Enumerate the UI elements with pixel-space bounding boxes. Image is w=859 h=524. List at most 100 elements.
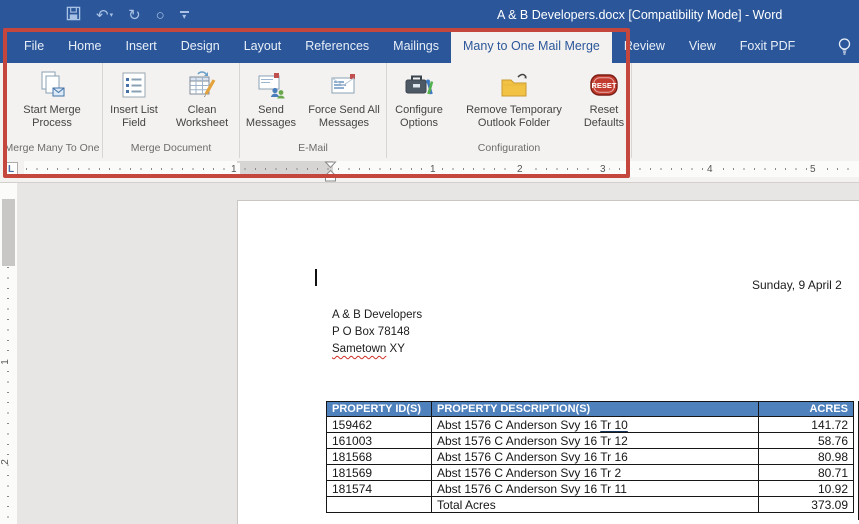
acres-cell[interactable]: 58.76	[758, 432, 854, 449]
undo-dropdown-icon[interactable]: ▾	[110, 11, 114, 19]
insert-list-field-icon	[122, 72, 146, 98]
circle-icon[interactable]: ○	[156, 8, 165, 23]
tab-home[interactable]: Home	[56, 30, 113, 63]
reset-defaults-button[interactable]: RESET Reset Defaults	[577, 67, 631, 130]
table-row: 159462 Abst 1576 C Anderson Svy 16 Tr 10…	[326, 416, 854, 433]
clean-worksheet-icon	[189, 71, 216, 97]
address-line[interactable]: Sametown XY	[332, 341, 422, 358]
table-row: 161003 Abst 1576 C Anderson Svy 16 Tr 12…	[326, 432, 854, 449]
undo-button[interactable]: ↶ ▾	[96, 8, 113, 23]
vertical-ruler-ticks	[7, 267, 9, 524]
ruler-mark: 2	[514, 162, 526, 176]
acres-cell[interactable]: 80.71	[758, 464, 854, 481]
address-line[interactable]: A & B Developers	[332, 307, 422, 324]
group-label-merge-many-to-one: Merge Many To One	[4, 142, 100, 154]
send-messages-icon	[258, 73, 285, 99]
word-window: ↶ ▾ ↻ ○ ▾ A & B Developers.docx [Compati…	[0, 0, 859, 524]
configure-options-button[interactable]: Configure Options	[387, 67, 451, 130]
ribbon-button-label: Start Merge Process	[23, 104, 81, 129]
document-page[interactable]: Sunday, 9 April 2 A & B Developers P O B…	[237, 200, 859, 524]
tab-file[interactable]: File	[12, 30, 56, 63]
start-merge-process-button[interactable]: Start Merge Process	[2, 67, 102, 130]
acres-cell[interactable]: 10.92	[758, 480, 854, 497]
header-property-description: PROPERTY DESCRIPTION(S)	[431, 401, 759, 417]
tab-view[interactable]: View	[677, 30, 728, 63]
ruler-mark: 1	[427, 162, 439, 176]
text-cursor	[315, 269, 317, 286]
quick-access-toolbar: ↶ ▾ ↻ ○ ▾	[66, 0, 189, 30]
clean-worksheet-button[interactable]: Clean Worksheet	[165, 67, 239, 130]
group-label-configuration: Configuration	[477, 142, 541, 154]
property-id-cell[interactable]: 161003	[326, 432, 432, 449]
horizontal-ruler: 1 1 2 3 4 5	[24, 161, 859, 182]
force-send-all-messages-icon	[331, 74, 355, 94]
group-configuration: Configure Options Remove Temporary Outlo…	[387, 63, 632, 158]
remove-temporary-outlook-folder-button[interactable]: Remove Temporary Outlook Folder	[451, 67, 577, 130]
tab-stop-selector[interactable]: L	[4, 162, 18, 176]
ribbon-button-label: Configure Options	[395, 104, 443, 129]
tab-layout[interactable]: Layout	[232, 30, 294, 63]
ruler-mark: 1	[0, 359, 13, 365]
tab-mailings[interactable]: Mailings	[381, 30, 451, 63]
property-id-cell[interactable]: 181574	[326, 480, 432, 497]
property-desc-cell[interactable]: Abst 1576 C Anderson Svy 16 Tr 10	[431, 416, 759, 433]
send-messages-button[interactable]: Send Messages	[240, 67, 302, 130]
tell-me-lightbulb-icon[interactable]	[837, 37, 852, 59]
ruler-mark: 1	[228, 162, 240, 176]
tab-design[interactable]: Design	[169, 30, 232, 63]
ribbon-button-label: Reset Defaults	[583, 104, 625, 129]
tab-foxit-pdf[interactable]: Foxit PDF	[728, 30, 808, 63]
ribbon-button-label: Force Send All Messages	[308, 104, 380, 129]
force-send-all-messages-button[interactable]: Force Send All Messages	[302, 67, 386, 130]
property-table: PROPERTY ID(S) PROPERTY DESCRIPTION(S) A…	[326, 401, 854, 513]
header-property-id: PROPERTY ID(S)	[326, 401, 432, 417]
ruler-mark: 3	[597, 162, 609, 176]
total-label-cell[interactable]: Total Acres	[431, 496, 759, 513]
property-desc-cell[interactable]: Abst 1576 C Anderson Svy 16 Tr 11	[431, 480, 759, 497]
empty-cell[interactable]	[326, 496, 432, 513]
document-area: 1 2 Sunday, 9 April 2 A & B Developers P…	[0, 182, 859, 524]
table-row: 181574 Abst 1576 C Anderson Svy 16 Tr 11…	[326, 480, 854, 497]
property-desc-cell[interactable]: Abst 1576 C Anderson Svy 16 Tr 16	[431, 448, 759, 465]
address-line[interactable]: P O Box 78148	[332, 324, 422, 341]
acres-cell[interactable]: 141.72	[758, 416, 854, 433]
ribbon-button-label: Insert List Field	[110, 104, 158, 129]
table-total-row: Total Acres 373.09	[326, 496, 854, 513]
ruler-bar: L 1 1 2 3 4 5	[0, 158, 859, 182]
tab-insert[interactable]: Insert	[114, 30, 169, 63]
total-acres-cell[interactable]: 373.09	[758, 496, 854, 513]
redo-icon[interactable]: ↻	[128, 8, 141, 23]
undo-icon: ↶	[96, 6, 109, 24]
property-desc-cell[interactable]: Abst 1576 C Anderson Svy 16 Tr 12	[431, 432, 759, 449]
reset-defaults-icon: RESET	[590, 74, 618, 96]
property-id-cell[interactable]: 181569	[326, 464, 432, 481]
table-row: 181569 Abst 1576 C Anderson Svy 16 Tr 2 …	[326, 464, 854, 481]
ribbon-button-label: Remove Temporary Outlook Folder	[466, 104, 562, 129]
vertical-ruler-margin-segment	[2, 199, 15, 266]
configure-options-icon	[405, 75, 434, 95]
customize-quick-access-icon[interactable]: ▾	[179, 10, 189, 21]
tab-references[interactable]: References	[293, 30, 381, 63]
tab-many-to-one-mail-merge[interactable]: Many to One Mail Merge	[451, 30, 612, 63]
customize-caret: ▾	[182, 11, 187, 21]
group-merge-document: Insert List Field Clean Worksheet Merge …	[103, 63, 240, 158]
ribbon-button-label: Send Messages	[245, 104, 297, 129]
group-label-email: E-Mail	[298, 142, 328, 154]
property-id-cell[interactable]: 159462	[326, 416, 432, 433]
group-label-merge-document: Merge Document	[130, 142, 212, 154]
document-date[interactable]: Sunday, 9 April 2	[752, 278, 842, 292]
ribbon: Start Merge Process Merge Many To One In…	[0, 63, 859, 158]
vertical-ruler: 1 2	[0, 183, 17, 524]
address-block[interactable]: A & B Developers P O Box 78148 Sametown …	[332, 307, 422, 358]
group-merge-many-to-one: Start Merge Process Merge Many To One	[2, 63, 103, 158]
acres-cell[interactable]: 80.98	[758, 448, 854, 465]
ruler-mark: 5	[807, 162, 819, 176]
property-id-cell[interactable]: 181568	[326, 448, 432, 465]
save-icon[interactable]	[66, 6, 81, 24]
tab-review[interactable]: Review	[612, 30, 677, 63]
ruler-ticks	[26, 168, 857, 170]
property-desc-cell[interactable]: Abst 1576 C Anderson Svy 16 Tr 2	[431, 464, 759, 481]
insert-list-field-button[interactable]: Insert List Field	[103, 67, 165, 130]
ribbon-button-label: Clean Worksheet	[175, 104, 229, 129]
header-acres: ACRES	[758, 401, 854, 417]
